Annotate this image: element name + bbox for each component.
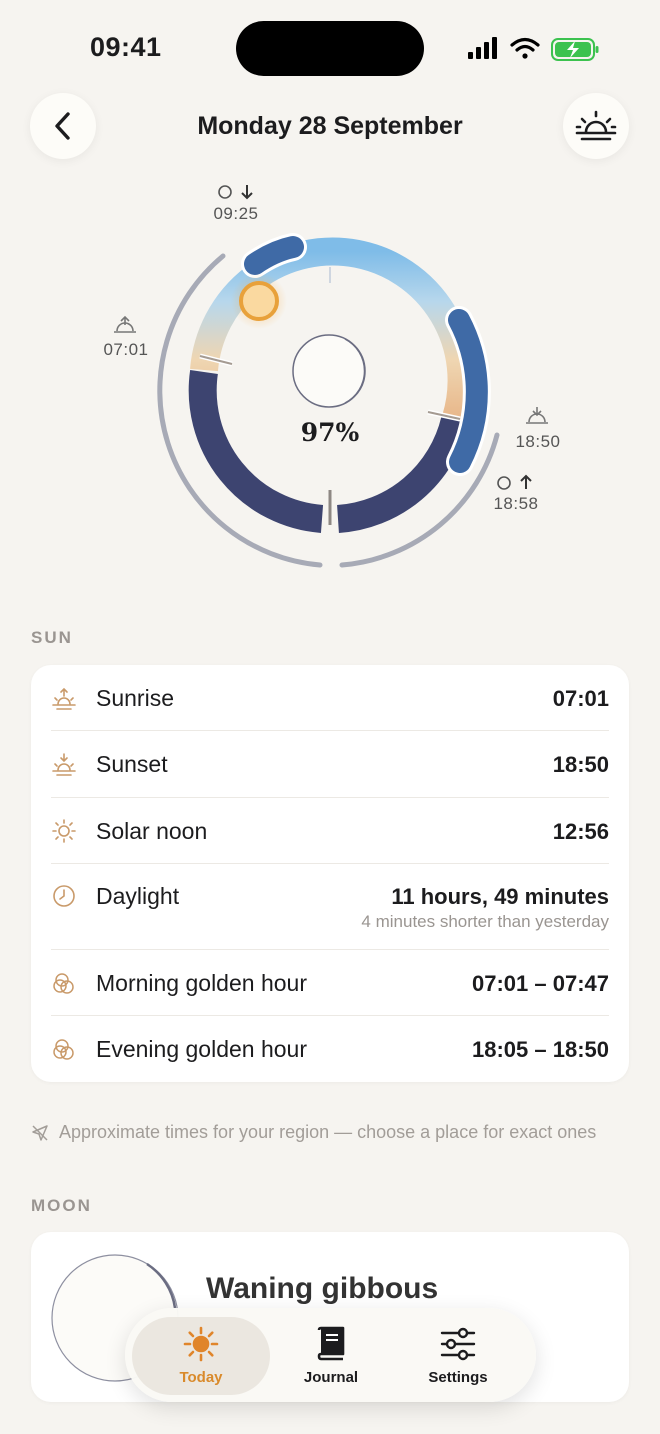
- sunrise-icon: [52, 687, 76, 710]
- row-subtitle: 4 minutes shorter than yesterday: [361, 912, 609, 931]
- sunrise-time-label: 07:01: [103, 340, 149, 359]
- nav-header: Monday 28 September: [0, 92, 660, 162]
- sun-row-morning-golden-hour[interactable]: Morning golden hour 07:01 – 07:47: [51, 950, 609, 1016]
- sun-icon: [52, 819, 76, 843]
- moonrise-time-label: 18:58: [493, 494, 539, 513]
- moon-phase-title: Waning gibbous: [206, 1272, 439, 1305]
- location-arrow-icon: [32, 1125, 48, 1141]
- row-value: 12:56: [552, 819, 609, 844]
- golden-hour-icon: [53, 973, 74, 994]
- sunrise-marker-icon: [114, 315, 136, 333]
- sun-view-button[interactable]: [563, 93, 629, 159]
- moon-section-label: MOON: [31, 1196, 92, 1215]
- row-value: 18:50: [552, 752, 609, 777]
- sun-icon: [183, 1326, 219, 1362]
- location-note-text: Approximate times for your region — choo…: [59, 1122, 597, 1142]
- sunset-icon: [52, 753, 76, 776]
- row-value: 11 hours, 49 minutes: [391, 884, 609, 909]
- status-bar: 09:41: [0, 0, 660, 96]
- status-time: 09:41: [90, 32, 162, 62]
- tab-label: Journal: [303, 1369, 359, 1386]
- sun-row-sunset[interactable]: Sunset 18:50: [51, 731, 609, 798]
- tab-bar: Today Journal Settings: [125, 1308, 536, 1402]
- page-title: Monday 28 September: [197, 112, 463, 140]
- golden-hour-icon: [53, 1039, 74, 1060]
- status-icons: [468, 37, 599, 61]
- tab-settings[interactable]: Settings: [389, 1317, 527, 1395]
- sun-card: Sunrise 07:01 Sunset 18:50 Solar noon 12…: [31, 665, 629, 1082]
- moonset-marker-icon: [218, 185, 253, 200]
- sunset-time-label: 18:50: [515, 432, 561, 451]
- sliders-icon: [440, 1327, 476, 1361]
- tab-label: Settings: [428, 1369, 488, 1386]
- sun-row-solar-noon[interactable]: Solar noon 12:56: [51, 798, 609, 864]
- row-label: Daylight: [96, 883, 180, 909]
- dynamic-island: [236, 21, 424, 76]
- sun-position-marker: [239, 281, 279, 321]
- sun-row-sunrise[interactable]: Sunrise 07:01: [51, 665, 609, 731]
- tab-label: Today: [179, 1369, 223, 1386]
- row-value: 07:01 – 07:47: [472, 971, 609, 996]
- sun-section-label: SUN: [31, 628, 73, 647]
- moonset-time-label: 09:25: [213, 204, 259, 223]
- moon-illumination-percent: 97%: [300, 418, 360, 447]
- tab-journal[interactable]: Journal: [262, 1317, 400, 1395]
- row-value: 18:05 – 18:50: [472, 1037, 609, 1062]
- tab-today[interactable]: Today: [132, 1317, 270, 1395]
- sun-row-daylight[interactable]: Daylight 11 hours, 49 minutes 4 minutes …: [51, 864, 609, 950]
- moonrise-marker-icon: [497, 474, 532, 490]
- row-value: 07:01: [552, 686, 609, 711]
- book-icon: [317, 1326, 345, 1361]
- clock-icon: [53, 885, 75, 907]
- row-label: Sunrise: [96, 685, 174, 711]
- location-note[interactable]: Approximate times for your region — choo…: [31, 1122, 631, 1146]
- day-dial-graphic: [114, 185, 548, 568]
- sun-row-evening-golden-hour[interactable]: Evening golden hour 18:05 – 18:50: [51, 1016, 609, 1082]
- wifi-icon: [510, 37, 540, 59]
- sunrise-icon: [575, 110, 617, 141]
- sunset-marker-icon: [526, 407, 548, 424]
- row-label: Morning golden hour: [96, 970, 307, 996]
- signal-icon: [468, 37, 497, 59]
- day-dial: 09:25 07:01 18:50 18:58 97%: [0, 170, 660, 590]
- battery-icon: [551, 38, 599, 61]
- row-label: Evening golden hour: [96, 1036, 307, 1062]
- row-label: Sunset: [96, 751, 168, 777]
- row-label: Solar noon: [96, 818, 208, 844]
